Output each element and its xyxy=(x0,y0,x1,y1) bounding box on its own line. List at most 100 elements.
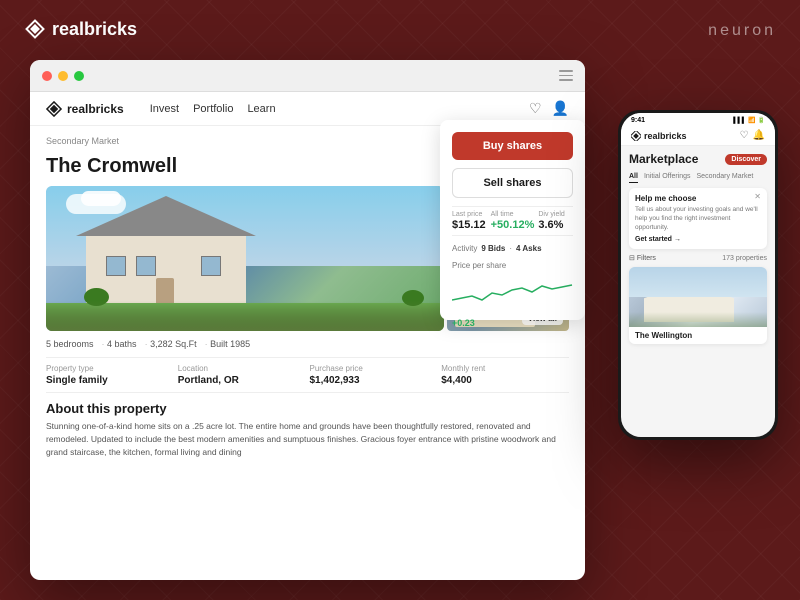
baths: 4 baths xyxy=(102,339,137,349)
monthly-rent-value: $4,400 xyxy=(441,375,569,386)
nav-brand-name: realbricks xyxy=(67,102,124,116)
mobile-nav-icons: ♡ 🔔 xyxy=(740,130,765,141)
location-cell: Location Portland, OR xyxy=(178,364,306,386)
built: Built 1985 xyxy=(205,339,251,349)
nav-links: Invest Portfolio Learn xyxy=(150,103,276,115)
marketplace-title: Marketplace xyxy=(629,152,698,166)
realbricks-logo-icon xyxy=(24,18,46,40)
mobile-property-name: The Wellington xyxy=(635,331,761,340)
bids-count: 9 Bids xyxy=(481,244,505,253)
about-section: About this property Stunning one-of-a-ki… xyxy=(46,401,569,458)
mobile-status-icons: ▌▌▌ 📶 🔋 xyxy=(733,117,765,124)
tab-initial-offerings[interactable]: Initial Offerings xyxy=(644,171,691,183)
about-text: Stunning one-of-a-kind home sits on a .2… xyxy=(46,420,569,458)
close-dot[interactable] xyxy=(42,71,52,81)
monthly-rent-cell: Monthly rent $4,400 xyxy=(441,364,569,386)
close-button[interactable]: ✕ xyxy=(754,192,761,201)
all-time-label: All time xyxy=(491,211,535,218)
top-brand-bar: realbricks xyxy=(24,18,137,40)
all-time-cell: All time +50.12% xyxy=(491,211,535,231)
purchase-price-label: Purchase price xyxy=(310,364,438,373)
div-yield-cell: Div yield 3.6% xyxy=(538,211,573,231)
filters-label: Filters xyxy=(637,255,656,262)
property-type-label: Property type xyxy=(46,364,174,373)
property-count: 173 properties xyxy=(722,255,767,262)
marketplace-header: Marketplace Discover xyxy=(629,152,767,166)
location-label: Location xyxy=(178,364,306,373)
last-price-cell: Last price $15.12 xyxy=(452,211,487,231)
last-price-value: $15.12 xyxy=(452,219,487,231)
nav-logo[interactable]: realbricks xyxy=(46,101,124,117)
div-yield-label: Div yield xyxy=(538,211,573,218)
user-icon[interactable]: 👤 xyxy=(552,100,569,117)
help-card: ✕ Help me choose Tell us about your inve… xyxy=(629,188,767,249)
mobile-property-image: Trending xyxy=(629,267,767,327)
tab-secondary-market[interactable]: Secondary Market xyxy=(697,171,754,183)
location-value: Portland, OR xyxy=(178,375,306,386)
mobile-bell-icon[interactable]: 🔔 xyxy=(753,130,765,141)
mobile-brand-name: realbricks xyxy=(644,131,687,141)
mobile-property-card[interactable]: Trending The Wellington xyxy=(629,267,767,344)
property-info-grid: Property type Single family Location Por… xyxy=(46,357,569,393)
get-started-button[interactable]: Get started → xyxy=(635,236,761,243)
nav-portfolio[interactable]: Portfolio xyxy=(193,103,233,115)
price-chart: +0.23 xyxy=(452,278,573,308)
page-title: The Cromwell xyxy=(46,155,177,178)
get-started-label: Get started xyxy=(635,236,672,243)
div-yield-value: 3.6% xyxy=(538,219,573,231)
trading-stats: Last price $15.12 All time +50.12% Div y… xyxy=(452,206,573,236)
help-title: Help me choose xyxy=(635,194,761,203)
monthly-rent-label: Monthly rent xyxy=(441,364,569,373)
bedrooms: 5 bedrooms xyxy=(46,339,94,349)
buy-shares-button[interactable]: Buy shares xyxy=(452,132,573,160)
price-change-value: +0.23 xyxy=(452,318,475,328)
trading-panel: Buy shares Sell shares Last price $15.12… xyxy=(440,120,585,320)
mobile-time: 9:41 xyxy=(631,117,645,124)
sell-shares-button[interactable]: Sell shares xyxy=(452,168,573,198)
last-price-label: Last price xyxy=(452,211,487,218)
mobile-logo-icon xyxy=(631,131,641,141)
wifi-icon: 📶 xyxy=(748,117,755,124)
battery-icon: 🔋 xyxy=(758,117,765,124)
main-property-photo[interactable] xyxy=(46,186,444,331)
mobile-heart-icon[interactable]: ♡ xyxy=(740,130,749,141)
sqft: 3,282 Sq.Ft xyxy=(145,339,197,349)
discover-badge[interactable]: Discover xyxy=(725,154,767,165)
brand-name-top: realbricks xyxy=(52,19,137,40)
all-time-value: +50.12% xyxy=(491,219,535,231)
mobile-screen: 9:41 ▌▌▌ 📶 🔋 realbricks ♡ 🔔 xyxy=(621,113,775,437)
maximize-dot[interactable] xyxy=(74,71,84,81)
mobile-nav-brand: realbricks xyxy=(631,131,687,141)
filter-icon: ⊟ xyxy=(629,254,635,262)
asks-count: 4 Asks xyxy=(516,244,542,253)
help-text: Tell us about your investing goals and w… xyxy=(635,205,761,232)
nav-logo-icon xyxy=(46,101,62,117)
filters-row: ⊟ Filters 173 properties xyxy=(629,254,767,262)
purchase-price-value: $1,402,933 xyxy=(310,375,438,386)
minimize-dot[interactable] xyxy=(58,71,68,81)
menu-icon[interactable] xyxy=(559,70,573,81)
nav-learn[interactable]: Learn xyxy=(247,103,275,115)
signal-icon: ▌▌▌ xyxy=(733,118,746,124)
tab-all[interactable]: All xyxy=(629,171,638,183)
mobile-nav: realbricks ♡ 🔔 xyxy=(621,126,775,146)
nav-actions: ♡ 👤 xyxy=(529,100,569,117)
filters-button[interactable]: ⊟ Filters xyxy=(629,254,656,262)
arrow-icon: → xyxy=(674,236,681,243)
asks-separator: · xyxy=(509,244,512,253)
mobile-content: Marketplace Discover All Initial Offerin… xyxy=(621,146,775,437)
purchase-price-cell: Purchase price $1,402,933 xyxy=(310,364,438,386)
activity-label: Activity xyxy=(452,244,477,253)
mobile-status-bar: 9:41 ▌▌▌ 📶 🔋 xyxy=(621,113,775,126)
neuron-brand: neuron xyxy=(708,22,776,40)
mobile-property-info: The Wellington xyxy=(629,327,767,344)
browser-chrome xyxy=(30,60,585,92)
mobile-tabs: All Initial Offerings Secondary Market xyxy=(629,171,767,183)
nav-invest[interactable]: Invest xyxy=(150,103,179,115)
activity-row: Activity 9 Bids · 4 Asks xyxy=(452,244,573,253)
property-type-cell: Property type Single family xyxy=(46,364,174,386)
property-details-strip: 5 bedrooms 4 baths 3,282 Sq.Ft Built 198… xyxy=(46,339,569,349)
about-title: About this property xyxy=(46,401,569,416)
mobile-mockup: 9:41 ▌▌▌ 📶 🔋 realbricks ♡ 🔔 xyxy=(618,110,778,440)
heart-icon[interactable]: ♡ xyxy=(529,100,542,117)
